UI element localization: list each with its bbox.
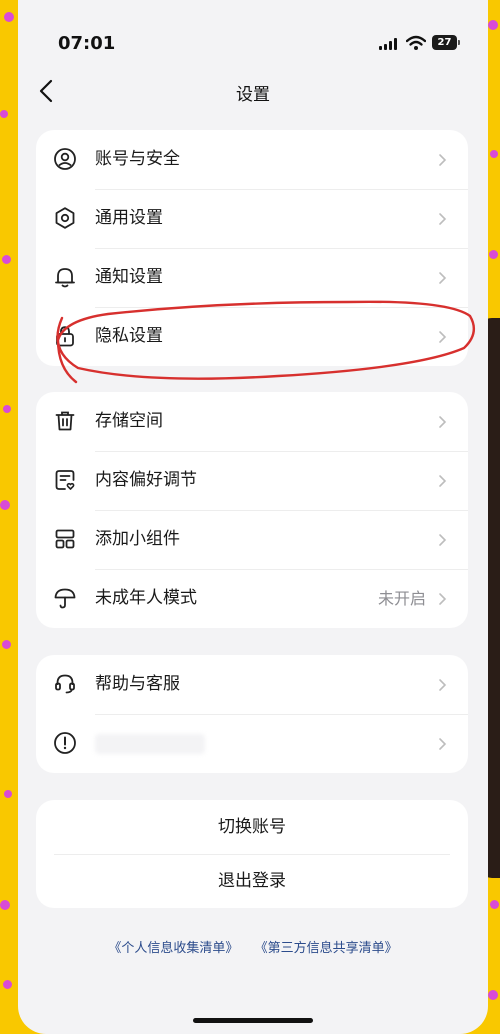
- lock-icon: [56, 326, 74, 347]
- decor-dot: [2, 255, 11, 264]
- chevron-right-icon: [439, 593, 447, 605]
- third-party-sharing-list-link[interactable]: 《第三方信息共享清单》: [255, 941, 398, 956]
- settings-item-about[interactable]: [36, 714, 468, 773]
- status-bar: 07:01 27: [18, 0, 488, 70]
- account-actions-group: 切换账号 退出登录: [36, 800, 468, 908]
- settings-item-label: 帮助与客服: [95, 674, 180, 694]
- decor-dot: [490, 150, 498, 158]
- settings-item-label: 账号与安全: [95, 149, 180, 169]
- settings-item-account-security[interactable]: 账号与安全: [36, 130, 468, 189]
- decor-dot: [3, 405, 11, 413]
- user-circle-icon: [54, 148, 76, 170]
- nav-bar: 设置: [18, 70, 488, 114]
- battery-icon: 27: [432, 35, 460, 50]
- chevron-right-icon: [439, 679, 447, 691]
- settings-item-help-support[interactable]: 帮助与客服: [36, 655, 468, 714]
- decor-dot: [488, 20, 498, 30]
- chevron-right-icon: [439, 154, 447, 166]
- chevron-right-icon: [439, 475, 447, 487]
- settings-item-label: 通知设置: [95, 267, 163, 287]
- decor-dot: [488, 990, 498, 1000]
- chevron-right-icon: [439, 534, 447, 546]
- decor-dot: [2, 640, 11, 649]
- minor-mode-status: 未开启: [377, 589, 426, 608]
- decor-dot: [489, 250, 498, 259]
- settings-group-account: 账号与安全 通用设置 通知设置 隐私设置: [36, 130, 468, 366]
- redacted-label: [95, 734, 205, 754]
- bell-icon: [55, 268, 75, 288]
- decor-dot: [0, 900, 10, 910]
- logout-button[interactable]: 退出登录: [36, 854, 468, 908]
- chevron-right-icon: [439, 331, 447, 343]
- chevron-right-icon: [439, 416, 447, 428]
- settings-item-label: 通用设置: [95, 208, 163, 228]
- decor-dot: [0, 500, 10, 510]
- settings-item-add-widget[interactable]: 添加小组件: [36, 510, 468, 569]
- chevron-right-icon: [439, 213, 447, 225]
- settings-group-content: 存储空间 内容偏好调节 添加小组件 未成年人模式 未开启: [36, 392, 468, 628]
- signal-icon: [379, 38, 401, 50]
- decor-dot: [4, 12, 14, 22]
- settings-item-minor-mode[interactable]: 未成年人模式 未开启: [36, 569, 468, 628]
- settings-item-label: 隐私设置: [95, 326, 163, 346]
- settings-item-label: 未成年人模式: [95, 588, 197, 608]
- status-time: 07:01: [58, 33, 116, 54]
- umbrella-icon: [54, 588, 76, 609]
- settings-item-general[interactable]: 通用设置: [36, 189, 468, 248]
- decor-dot: [4, 790, 12, 798]
- trash-icon: [55, 411, 75, 431]
- settings-item-label: 添加小组件: [95, 529, 180, 549]
- gear-icon: [55, 207, 75, 229]
- chevron-right-icon: [439, 738, 447, 750]
- page-title: 设置: [236, 85, 270, 105]
- decor-dot: [3, 980, 12, 989]
- settings-item-label: 存储空间: [95, 411, 163, 431]
- settings-item-privacy[interactable]: 隐私设置: [36, 307, 468, 366]
- decor-dot: [0, 110, 8, 118]
- content-preference-icon: [55, 470, 75, 490]
- headset-icon: [55, 674, 75, 694]
- switch-account-button[interactable]: 切换账号: [36, 800, 468, 854]
- info-circle-icon: [54, 732, 76, 754]
- wifi-icon: [406, 35, 426, 50]
- settings-item-content-preference[interactable]: 内容偏好调节: [36, 451, 468, 510]
- chevron-right-icon: [439, 272, 447, 284]
- personal-info-list-link[interactable]: 《个人信息收集清单》: [108, 941, 238, 956]
- footer-links: 《个人信息收集清单》 《第三方信息共享清单》: [18, 937, 488, 956]
- widget-grid-icon: [55, 529, 75, 549]
- settings-group-support: 帮助与客服: [36, 655, 468, 773]
- settings-item-notifications[interactable]: 通知设置: [36, 248, 468, 307]
- settings-item-label: 内容偏好调节: [95, 470, 197, 490]
- settings-item-storage[interactable]: 存储空间: [36, 392, 468, 451]
- settings-screen: 07:01 27 设置 账号与安全 通用设置 通知设置 隐私设置 存储空间 内容…: [18, 0, 488, 1034]
- home-indicator: [193, 1018, 313, 1023]
- decor-dot: [490, 900, 499, 909]
